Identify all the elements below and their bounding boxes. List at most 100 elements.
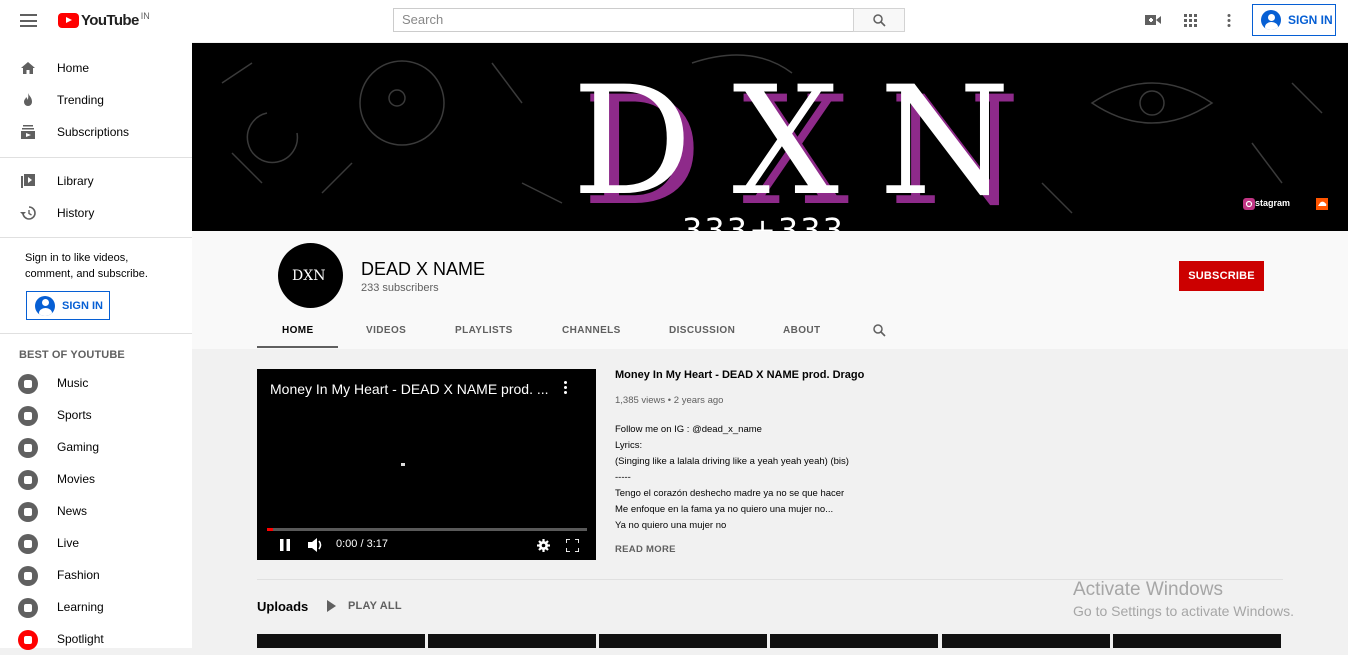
sidebar-sign-in-button[interactable]: SIGN IN: [26, 291, 110, 320]
pause-icon[interactable]: [279, 539, 291, 551]
search-input[interactable]: Search: [393, 8, 854, 32]
volume-icon[interactable]: [308, 538, 324, 552]
tab-discussion[interactable]: DISCUSSION: [669, 325, 735, 336]
sidebar-item-sports[interactable]: Sports: [0, 399, 192, 431]
channel-search-icon[interactable]: [873, 324, 886, 337]
spotlight-icon: [18, 630, 38, 650]
account-icon: [35, 295, 55, 316]
subscriptions-icon: [21, 125, 35, 139]
sidebar-divider: [0, 333, 192, 334]
music-icon: [18, 374, 38, 394]
upload-thumbnail[interactable]: [1113, 634, 1281, 648]
masthead: YouTube IN Search SIGN IN: [0, 0, 1348, 42]
sidebar-item-label: Fashion: [57, 568, 100, 582]
search-icon: [873, 14, 886, 27]
description-line: Follow me on IG : @dead_x_name: [615, 424, 762, 435]
banner-subtext: 333+333: [682, 211, 845, 231]
fullscreen-icon[interactable]: [566, 539, 579, 552]
sidebar-item-learning[interactable]: Learning: [0, 591, 192, 623]
upload-thumbnail[interactable]: [942, 634, 1110, 648]
sidebar-item-trending[interactable]: Trending: [0, 84, 192, 116]
channel-name: DEAD X NAME: [361, 259, 486, 279]
channel-avatar[interactable]: DXN: [278, 243, 343, 308]
movies-icon: [18, 470, 38, 490]
create-video-icon[interactable]: [1145, 14, 1161, 26]
sidebar-item-label: News: [57, 504, 88, 518]
sports-icon: [18, 406, 38, 426]
settings-gear-icon[interactable]: [537, 539, 550, 552]
progress-fill: [267, 528, 274, 531]
sidebar-item-label: Sports: [57, 408, 92, 422]
more-options-icon[interactable]: [564, 381, 568, 396]
soundcloud-icon: [1316, 198, 1328, 210]
sidebar-item-label: Live: [57, 536, 80, 550]
subscriber-count: 233 subscribers: [361, 282, 439, 294]
sidebar-item-label: Library: [57, 174, 94, 188]
video-player[interactable]: Money In My Heart - DEAD X NAME prod. ..…: [257, 369, 596, 560]
youtube-play-icon: [58, 13, 79, 28]
sidebar-item-news[interactable]: News: [0, 495, 192, 527]
sidebar: Home Trending Subscriptions Library Hist…: [0, 42, 192, 650]
search-button[interactable]: [853, 8, 905, 32]
read-more-link[interactable]: READ MORE: [615, 544, 676, 555]
sidebar-divider: [0, 237, 192, 238]
gaming-icon: [18, 438, 38, 458]
sidebar-item-library[interactable]: Library: [0, 165, 192, 197]
tab-playlists[interactable]: PLAYLISTS: [455, 325, 513, 336]
play-all-button[interactable]: PLAY ALL: [327, 600, 402, 612]
activate-windows-title: Activate Windows: [1073, 579, 1223, 600]
channel-header: DXN DEAD X NAME 233 subscribers SUBSCRIB…: [192, 231, 1348, 349]
description-line: -----: [615, 472, 631, 483]
sidebar-item-home[interactable]: Home: [0, 52, 192, 84]
trending-icon: [24, 93, 32, 106]
sign-in-label: SIGN IN: [1288, 13, 1333, 27]
player-title[interactable]: Money In My Heart - DEAD X NAME prod. ..…: [270, 381, 550, 397]
video-frame: [401, 463, 405, 466]
sidebar-item-label: Movies: [57, 472, 96, 486]
youtube-logo[interactable]: YouTube IN: [58, 10, 150, 29]
upload-thumbnail[interactable]: [257, 634, 425, 648]
sidebar-item-live[interactable]: Live: [0, 527, 192, 559]
instagram-link[interactable]: Instagram: [1243, 198, 1290, 210]
library-icon: [21, 174, 35, 188]
uploads-heading[interactable]: Uploads: [257, 599, 308, 614]
settings-more-icon[interactable]: [1227, 14, 1231, 27]
sidebar-item-spotlight[interactable]: Spotlight: [0, 623, 192, 655]
account-icon: [1261, 10, 1281, 30]
video-title[interactable]: Money In My Heart - DEAD X NAME prod. Dr…: [615, 369, 864, 381]
subscribe-button[interactable]: SUBSCRIBE: [1179, 261, 1264, 291]
upload-thumbnail[interactable]: [770, 634, 938, 648]
tab-videos[interactable]: VIDEOS: [366, 325, 406, 336]
sidebar-item-label: Home: [57, 61, 90, 75]
fashion-icon: [18, 566, 38, 586]
upload-thumbnail[interactable]: [599, 634, 767, 648]
description-line: Me enfoque en la fama ya no quiero una m…: [615, 504, 834, 515]
sidebar-item-label: History: [57, 206, 95, 220]
progress-bar[interactable]: [267, 528, 587, 531]
sidebar-item-gaming[interactable]: Gaming: [0, 431, 192, 463]
tab-channels[interactable]: CHANNELS: [562, 325, 621, 336]
news-icon: [18, 502, 38, 522]
instagram-icon: [1243, 198, 1255, 210]
channel-avatar-logo: DXN: [292, 268, 325, 284]
tab-home[interactable]: HOME: [282, 325, 314, 336]
sidebar-item-label: Subscriptions: [57, 125, 130, 139]
country-code: IN: [140, 10, 150, 21]
menu-icon[interactable]: [20, 14, 37, 27]
sidebar-item-movies[interactable]: Movies: [0, 463, 192, 495]
upload-thumbnail[interactable]: [428, 634, 596, 648]
sidebar-item-label: Music: [57, 376, 89, 390]
sidebar-item-history[interactable]: History: [0, 197, 192, 229]
sidebar-item-subscriptions[interactable]: Subscriptions: [0, 116, 192, 148]
sidebar-item-label: Trending: [57, 93, 104, 107]
sidebar-item-label: Learning: [57, 600, 104, 614]
apps-icon[interactable]: [1184, 14, 1197, 27]
sign-in-prompt: Sign in to like videos, comment, and sub…: [25, 252, 148, 280]
banner-art: DXN DXN 333+333: [221, 54, 1323, 231]
sign-in-button[interactable]: SIGN IN: [1252, 4, 1336, 36]
tab-about[interactable]: ABOUT: [783, 325, 821, 336]
description-line: Tengo el corazón deshecho madre ya no se…: [615, 488, 845, 499]
description-line: (Singing like a lalala driving like a ye…: [615, 456, 849, 467]
sidebar-item-music[interactable]: Music: [0, 367, 192, 399]
sidebar-item-fashion[interactable]: Fashion: [0, 559, 192, 591]
